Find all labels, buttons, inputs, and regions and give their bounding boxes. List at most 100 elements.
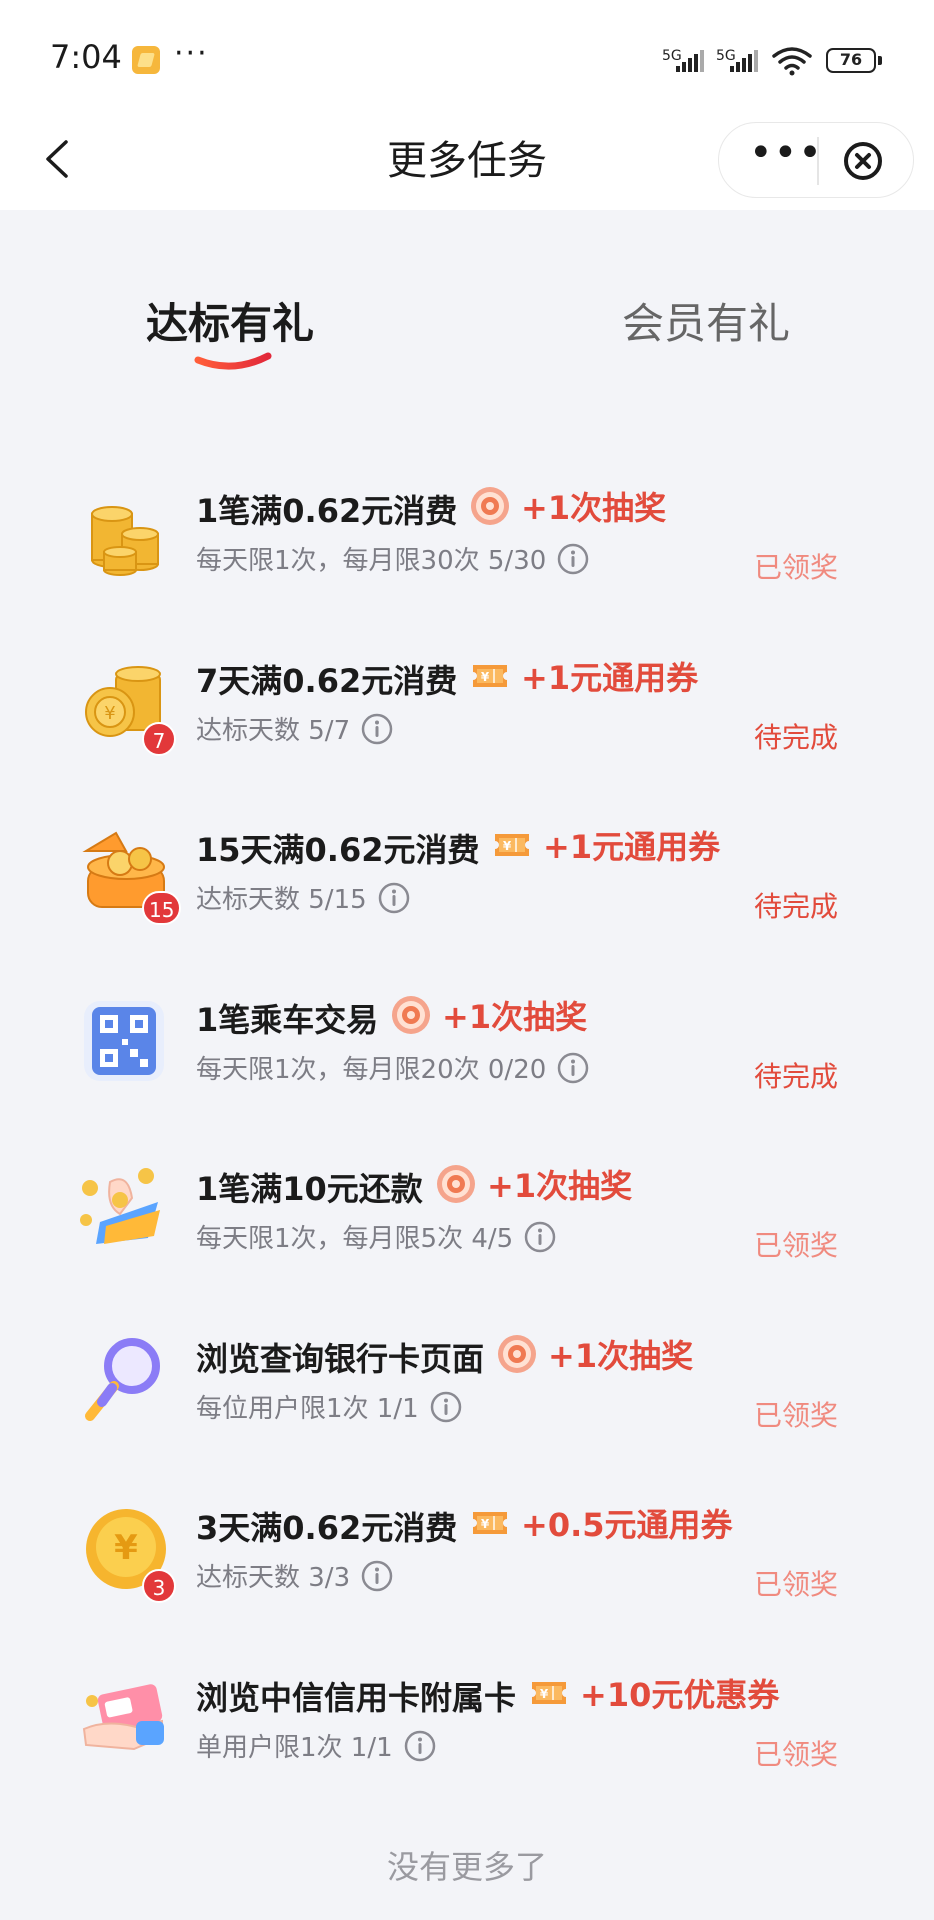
- task-reward: +1次抽奖: [390, 993, 587, 1037]
- task-limit: 每位用户限1次 1/1: [196, 1388, 463, 1425]
- notification-app-icon: [132, 46, 160, 74]
- task-limit-text: 每位用户限1次 1/1: [196, 1394, 419, 1424]
- task-limit-text: 达标天数 3/3: [196, 1563, 351, 1593]
- task-status[interactable]: 已领奖: [754, 1563, 838, 1603]
- task-status[interactable]: 已领奖: [754, 1224, 838, 1264]
- coins-stack-icon: [76, 484, 172, 580]
- task-limit: 达标天数 5/15: [196, 879, 411, 916]
- task-badge: 7: [142, 722, 176, 756]
- task-limit-text: 达标天数 5/7: [196, 716, 351, 746]
- task-limit: 每天限1次，每月限20次 0/20: [196, 1049, 590, 1086]
- close-icon[interactable]: [841, 139, 885, 183]
- task-limit: 达标天数 3/3: [196, 1557, 394, 1594]
- task-reward: +1次抽奖: [469, 484, 666, 528]
- status-bar: 7:04 ··· 5G 5G 76: [0, 0, 934, 110]
- reward-text: +1元通用券: [543, 828, 721, 866]
- info-icon[interactable]: [523, 1220, 557, 1254]
- task-row[interactable]: 1笔乘车交易 +1次抽奖每天限1次，每月限20次 0/20 待完成: [0, 993, 934, 1143]
- task-name: 3天满0.62元消费: [196, 1509, 458, 1547]
- task-row[interactable]: 1笔满0.62元消费 +1次抽奖每天限1次，每月限30次 5/30 已领奖: [0, 484, 934, 634]
- svg-text:¥: ¥: [481, 670, 490, 684]
- mini-program-capsule: •••: [718, 122, 914, 198]
- hand-coins-icon: [76, 1162, 172, 1258]
- svg-text:¥: ¥: [481, 1517, 490, 1531]
- signal-bars-2-icon: [730, 50, 760, 72]
- reward-text: +10元优惠券: [580, 1676, 780, 1714]
- task-name: 1笔乘车交易: [196, 1001, 379, 1039]
- svg-text:¥: ¥: [503, 839, 512, 853]
- qr-code-icon: [76, 993, 172, 1089]
- info-icon[interactable]: [556, 542, 590, 576]
- task-limit: 单用户限1次 1/1: [196, 1727, 437, 1764]
- task-status[interactable]: 待完成: [754, 716, 838, 756]
- reward-text: +1次抽奖: [521, 489, 667, 527]
- task-reward: +1次抽奖: [435, 1162, 632, 1206]
- more-options-icon[interactable]: •••: [749, 133, 822, 179]
- battery-indicator: 76: [826, 48, 882, 73]
- wifi-icon: [772, 47, 812, 76]
- task-status[interactable]: 待完成: [754, 885, 838, 925]
- task-name: 1笔满0.62元消费: [196, 492, 458, 530]
- task-row[interactable]: 15 15天满0.62元消费 ¥ +1元通用券达标天数 5/15 待完成: [0, 823, 934, 973]
- task-limit-text: 每天限1次，每月限5次 4/5: [196, 1224, 514, 1254]
- task-badge: 3: [142, 1569, 176, 1603]
- task-limit-text: 单用户限1次 1/1: [196, 1733, 393, 1763]
- task-status[interactable]: 已领奖: [754, 1733, 838, 1773]
- task-reward: +1次抽奖: [496, 1332, 693, 1376]
- magnifier-icon: [76, 1332, 172, 1428]
- tab-member-gift[interactable]: 会员有礼: [622, 290, 790, 351]
- signal-bars-1-icon: [676, 50, 706, 72]
- task-reward: ¥ +1元通用券: [469, 654, 698, 698]
- task-limit-text: 达标天数 5/15: [196, 885, 367, 915]
- hand-card-icon: [76, 1671, 172, 1767]
- svg-text:¥: ¥: [114, 1528, 138, 1568]
- reward-text: +1次抽奖: [487, 1167, 633, 1205]
- lottery-icon: [469, 485, 511, 527]
- status-time: 7:04: [50, 38, 122, 76]
- task-status[interactable]: 已领奖: [754, 1394, 838, 1434]
- info-icon[interactable]: [403, 1729, 437, 1763]
- task-name: 浏览中信信用卡附属卡: [196, 1679, 517, 1717]
- info-icon[interactable]: [556, 1051, 590, 1085]
- task-status[interactable]: 已领奖: [754, 546, 838, 586]
- task-limit: 达标天数 5/7: [196, 710, 394, 747]
- task-row[interactable]: 浏览查询银行卡页面 +1次抽奖每位用户限1次 1/1 已领奖: [0, 1332, 934, 1482]
- coupon-icon: ¥: [469, 655, 511, 697]
- reward-text: +1元通用券: [521, 659, 699, 697]
- active-tab-indicator: [194, 352, 272, 370]
- no-more-footer: 没有更多了: [386, 1848, 547, 1886]
- info-icon[interactable]: [360, 1559, 394, 1593]
- svg-text:¥: ¥: [104, 703, 115, 724]
- task-badge: 15: [142, 891, 182, 925]
- task-limit-text: 每天限1次，每月限20次 0/20: [196, 1055, 547, 1085]
- title-bar: 更多任务 •••: [0, 110, 934, 210]
- tab-standard-gift[interactable]: 达标有礼: [146, 290, 314, 351]
- task-limit-text: 每天限1次，每月限30次 5/30: [196, 546, 547, 576]
- info-icon[interactable]: [377, 881, 411, 915]
- more-notifications-icon: ···: [174, 36, 209, 71]
- task-row[interactable]: ¥3 3天满0.62元消费 ¥ +0.5元通用券达标天数 3/3 已领奖: [0, 1501, 934, 1651]
- reward-text: +0.5元通用券: [521, 1506, 733, 1544]
- coupon-icon: ¥: [469, 1502, 511, 1544]
- lottery-icon: [435, 1163, 477, 1205]
- lottery-icon: [390, 994, 432, 1036]
- task-row[interactable]: ¥7 7天满0.62元消费 ¥ +1元通用券 达标天数 5/7 待完成: [0, 654, 934, 804]
- capsule-divider: [817, 137, 819, 185]
- task-row[interactable]: 1笔满10元还款 +1次抽奖每天限1次，每月限5次 4/5 已领奖: [0, 1162, 934, 1312]
- svg-text:¥: ¥: [540, 1687, 549, 1701]
- coupon-icon: ¥: [528, 1672, 570, 1714]
- task-limit: 每天限1次，每月限5次 4/5: [196, 1218, 557, 1255]
- task-reward: ¥ +10元优惠券: [528, 1671, 779, 1715]
- task-name: 15天满0.62元消费: [196, 831, 480, 869]
- info-icon[interactable]: [360, 712, 394, 746]
- task-limit: 每天限1次，每月限30次 5/30: [196, 540, 590, 577]
- coupon-icon: ¥: [491, 824, 533, 866]
- task-status[interactable]: 待完成: [754, 1055, 838, 1095]
- info-icon[interactable]: [429, 1390, 463, 1424]
- task-row[interactable]: 浏览中信信用卡附属卡 ¥ +10元优惠券单用户限1次 1/1 已领奖: [0, 1671, 934, 1821]
- lottery-icon: [496, 1333, 538, 1375]
- reward-text: +1次抽奖: [442, 998, 588, 1036]
- task-name: 浏览查询银行卡页面: [196, 1340, 485, 1378]
- task-name: 1笔满10元还款: [196, 1170, 423, 1208]
- task-reward: ¥ +1元通用券: [491, 823, 720, 867]
